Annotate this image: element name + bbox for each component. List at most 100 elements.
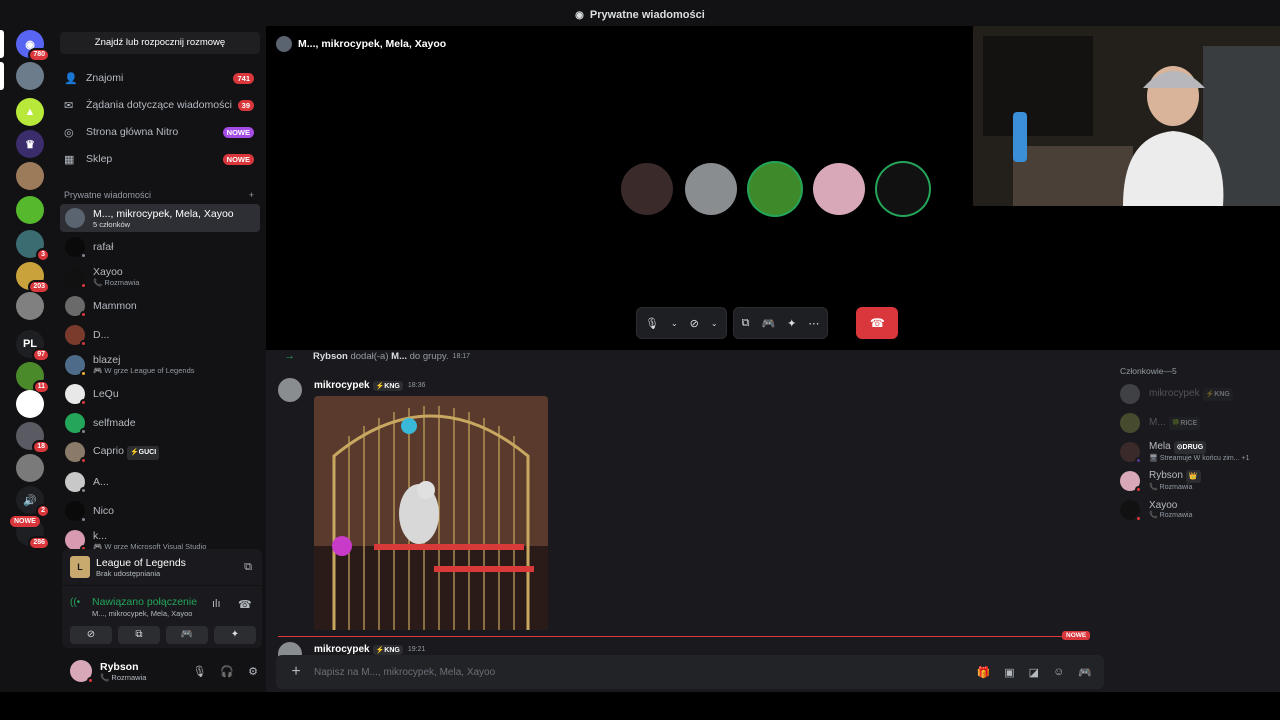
server-icon-server-mic[interactable]: 🔊 2 [16, 486, 50, 518]
member-name: M... [1149, 416, 1166, 428]
disconnect-icon[interactable]: ☎ [238, 598, 252, 611]
member-item[interactable]: Mela ⊙DRUG 🖥 Streamuje W końcu zim... +1 [1120, 438, 1280, 466]
call-participant-5[interactable] [877, 163, 929, 215]
camera-off-button[interactable]: ⊘ [70, 626, 112, 644]
server-icon-group-dm[interactable] [16, 62, 44, 90]
server-icon-server-green[interactable]: ▲ [16, 98, 44, 126]
server-icon-server-gold[interactable]: 203 [16, 262, 50, 294]
server-icon-discord-home[interactable]: ◉ 780 [16, 30, 50, 62]
activity-title: League of Legends [96, 556, 186, 569]
dm-item[interactable]: Xayoo 📞 Rozmawia [60, 263, 260, 291]
dm-item-status: 📞 Rozmawia [93, 278, 140, 288]
soundboard-button[interactable]: ✦ [214, 626, 256, 644]
call-participant-4[interactable] [813, 163, 865, 215]
dm-item[interactable]: A... [60, 468, 260, 496]
nav-badge: 741 [233, 72, 254, 84]
dm-item[interactable]: selfmade [60, 409, 260, 437]
author-avatar[interactable] [278, 378, 302, 402]
member-tag: ⊙DRUG [1173, 441, 1207, 454]
add-dm-button[interactable]: + [249, 190, 254, 200]
server-icon-server-purple[interactable]: ♛ [16, 130, 44, 158]
nav-item-3[interactable]: ▦ Sklep NOWE [58, 147, 260, 171]
nav-item-2[interactable]: ◎ Strona główna Nitro NOWE [58, 120, 260, 144]
emoji-icon[interactable]: ☺ [1053, 666, 1064, 679]
microphone-icon[interactable]: 🎙 [192, 665, 206, 678]
apps-icon[interactable]: 🎮 [1078, 666, 1092, 679]
server-icon-server-pepe[interactable]: 11 [16, 362, 50, 394]
dm-item[interactable]: Mammon [60, 292, 260, 320]
dm-item[interactable]: D... [60, 321, 260, 349]
share-screen-button[interactable]: ⧉ [118, 626, 160, 644]
new-messages-badge: NOWE [1062, 631, 1091, 640]
nav-badge: 39 [237, 99, 254, 111]
more-options-icon[interactable]: ⋯ [808, 317, 819, 330]
camera-off-icon[interactable]: ⊘ [690, 317, 699, 330]
message-input[interactable]: Napisz na M..., mikrocypek, Mela, Xayoo [314, 667, 977, 678]
sticker-icon[interactable]: ◪ [1029, 666, 1039, 679]
dm-item-name: D... [93, 329, 110, 342]
headphones-icon[interactable]: 🎧 [220, 665, 234, 678]
server-icon-server-crew[interactable]: 3 [16, 230, 50, 262]
server-icon-server-ninja[interactable]: N [16, 390, 44, 418]
server-icon-server-pl[interactable]: PL 97 [16, 330, 50, 362]
server-icon-server-troll[interactable] [16, 292, 44, 320]
call-participant-1[interactable] [621, 163, 673, 215]
server-icon-server-troll2[interactable] [16, 454, 44, 482]
server-icon-server-city[interactable]: 18 [16, 422, 50, 454]
server-icon-server-face[interactable] [16, 162, 44, 190]
mic-options-chevron-icon[interactable]: ⌄ [671, 319, 678, 328]
soundboard-icon[interactable]: ✦ [787, 317, 796, 330]
call-participant-3[interactable] [749, 163, 801, 215]
streamer-webcam-overlay [973, 26, 1280, 206]
discord-icon: ◉ [575, 9, 584, 21]
hang-up-button[interactable]: ☎ [856, 307, 899, 339]
nav-icon: ◎ [64, 126, 74, 139]
server-icon-server-apple[interactable] [16, 196, 44, 224]
gift-icon[interactable]: 🎁 [977, 666, 991, 679]
user-avatar[interactable] [70, 660, 94, 684]
mute-mic-icon[interactable]: 🎙 [645, 317, 659, 330]
nav-item-0[interactable]: 👤 Znajomi 741 [58, 66, 260, 90]
member-item[interactable]: mikrocypek ⚡KNG [1120, 380, 1280, 408]
dm-sidebar: Znajdź lub rozpocznij rozmowę 👤 Znajomi 74… [52, 26, 266, 692]
activity-button[interactable]: 🎮 [166, 626, 208, 644]
member-item[interactable]: Rybson 👑 📞 Rozmawia [1120, 467, 1280, 495]
dm-avatar [65, 442, 87, 465]
noise-suppression-icon[interactable]: ılı [212, 598, 221, 610]
server-indicator-pill [0, 30, 4, 58]
search-button[interactable]: Znajdź lub rozpocznij rozmowę [60, 32, 260, 54]
activities-icon[interactable]: 🎮 [761, 317, 775, 330]
dm-item[interactable]: Caprio ⚡GUCI [60, 438, 260, 466]
settings-gear-icon[interactable]: ⚙ [248, 665, 258, 678]
member-tag: 👑 [1185, 470, 1201, 483]
dm-item[interactable]: M..., mikrocypek, Mela, Xayoo 5 członków [60, 204, 260, 232]
dm-avatar [65, 325, 87, 348]
dm-item-name: LeQu [93, 387, 119, 400]
camera-options-chevron-icon[interactable]: ⌄ [711, 319, 718, 328]
nav-label: Sklep [86, 153, 113, 165]
system-target[interactable]: M... [391, 351, 407, 362]
message-author[interactable]: mikrocypek [314, 380, 370, 391]
dm-avatar [65, 354, 87, 377]
share-screen-icon[interactable]: ⧉ [244, 561, 252, 574]
screen-share-icon[interactable]: ⧉ [742, 317, 750, 330]
dm-avatar [65, 530, 87, 553]
dm-item[interactable]: LeQu [60, 380, 260, 408]
dm-item[interactable]: Nico [60, 497, 260, 525]
add-attachment-icon[interactable]: + [282, 663, 310, 681]
call-participant-2[interactable] [685, 163, 737, 215]
system-actor[interactable]: Rybson [313, 351, 348, 362]
nav-icon: 👤 [64, 72, 78, 85]
member-item[interactable]: Xayoo 📞 Rozmawia [1120, 496, 1280, 524]
attached-photo[interactable] [314, 396, 548, 630]
message-author[interactable]: mikrocypek [314, 644, 370, 655]
dm-item[interactable]: blazej 🎮 W grze League of Legends [60, 351, 260, 379]
member-avatar [1120, 442, 1142, 464]
member-status: 📞 Rozmawia [1149, 484, 1193, 491]
dm-item[interactable]: rafał [60, 233, 260, 261]
member-item[interactable]: M... 🍀RICE [1120, 409, 1280, 437]
nav-item-1[interactable]: ✉ Żądania dotyczące wiadomości 39 [58, 93, 260, 117]
member-name: Xayoo [1149, 500, 1178, 511]
member-name: Mela [1149, 441, 1171, 452]
gif-icon[interactable]: ▣ [1004, 666, 1014, 679]
